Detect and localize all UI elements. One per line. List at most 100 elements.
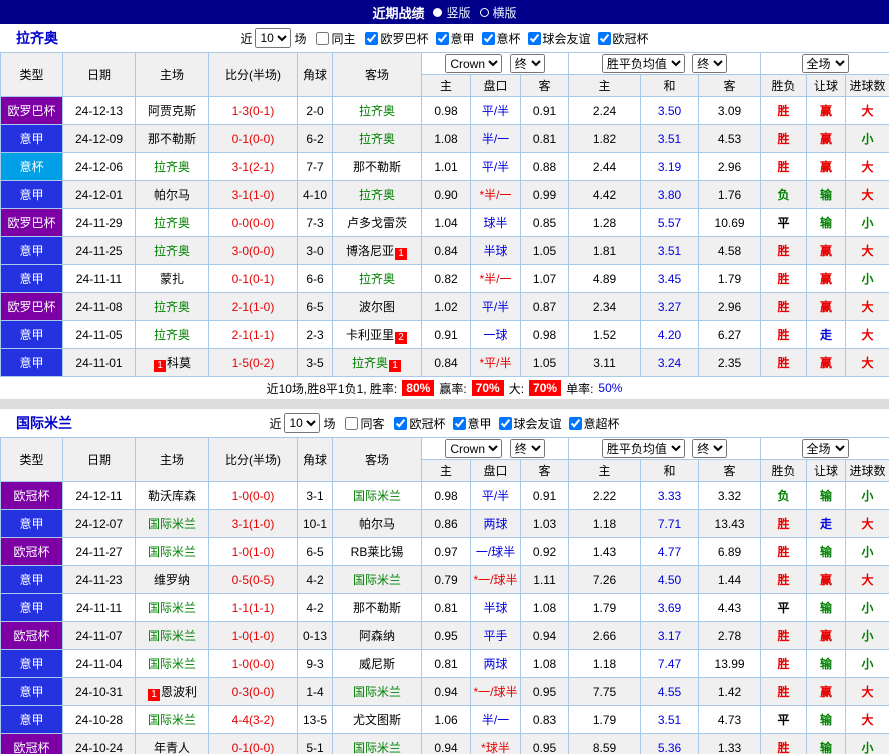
team-name[interactable]: 国际米兰: [353, 489, 401, 503]
team-name[interactable]: 阿贾克斯: [148, 104, 196, 118]
competition-checkbox[interactable]: [481, 31, 495, 45]
odds-company-select[interactable]: Crown: [445, 54, 503, 73]
team-name-header[interactable]: 拉齐奥: [16, 28, 58, 48]
score-link[interactable]: 0-1(0-1): [208, 264, 298, 293]
team-name[interactable]: 拉齐奥: [359, 188, 395, 202]
competition-filter[interactable]: 欧罗巴杯: [365, 30, 429, 47]
odds-stage-select[interactable]: 终: [509, 439, 545, 458]
team-name[interactable]: 尤文图斯: [353, 713, 401, 727]
score-link[interactable]: 0-3(0-0): [208, 677, 298, 706]
team-name[interactable]: 拉齐奥: [359, 104, 395, 118]
competition-checkbox[interactable]: [452, 416, 466, 430]
score-link[interactable]: 0-1(0-0): [208, 124, 298, 153]
team-name[interactable]: 国际米兰: [148, 545, 196, 559]
team-name[interactable]: 拉齐奥: [154, 244, 190, 258]
competition-filter[interactable]: 意甲: [435, 30, 475, 47]
team-name[interactable]: 国际米兰: [148, 517, 196, 531]
team-name[interactable]: 国际米兰: [148, 601, 196, 615]
team-name[interactable]: 拉齐奥: [154, 160, 190, 174]
team-name[interactable]: 恩波利: [161, 685, 197, 699]
competition-checkbox[interactable]: [568, 416, 582, 430]
competition-checkbox[interactable]: [365, 31, 379, 45]
competition-checkbox[interactable]: [527, 31, 541, 45]
layout-radio-horizontal[interactable]: 横版: [479, 4, 517, 21]
team-name[interactable]: 那不勒斯: [353, 160, 401, 174]
avg-type-select[interactable]: 胜平负均值: [601, 54, 685, 73]
team-name[interactable]: 威尼斯: [359, 657, 395, 671]
same-venue-filter[interactable]: 同主: [316, 30, 355, 47]
team-name[interactable]: 维罗纳: [154, 573, 190, 587]
radio-selected-icon[interactable]: [433, 7, 443, 17]
same-venue-checkbox[interactable]: [316, 31, 330, 45]
team-name[interactable]: 勒沃库森: [148, 489, 196, 503]
team-name[interactable]: 年青人: [154, 741, 190, 754]
scope-select[interactable]: 全场: [801, 439, 849, 458]
competition-checkbox[interactable]: [435, 31, 449, 45]
competition-checkbox[interactable]: [394, 416, 408, 430]
score-link[interactable]: 3-1(2-1): [208, 152, 298, 181]
team-name[interactable]: 拉齐奥: [352, 356, 388, 370]
score-link[interactable]: 1-0(1-0): [208, 621, 298, 650]
team-name[interactable]: 那不勒斯: [148, 132, 196, 146]
team-name-header[interactable]: 国际米兰: [16, 413, 72, 433]
competition-filter[interactable]: 欧冠杯: [597, 30, 649, 47]
score-link[interactable]: 1-0(1-0): [208, 537, 298, 566]
score-link[interactable]: 0-1(0-0): [208, 733, 298, 754]
team-name[interactable]: 博洛尼亚: [346, 244, 394, 258]
score-link[interactable]: 1-1(1-1): [208, 593, 298, 622]
competition-filter[interactable]: 球会友谊: [527, 30, 591, 47]
odds-stage-select[interactable]: 终: [509, 54, 545, 73]
competition-filter[interactable]: 意甲: [452, 415, 492, 432]
team-name[interactable]: 卡利亚里: [346, 328, 394, 342]
team-name[interactable]: 国际米兰: [353, 573, 401, 587]
team-name[interactable]: 波尔图: [359, 300, 395, 314]
score-link[interactable]: 3-0(0-0): [208, 236, 298, 265]
score-link[interactable]: 0-5(0-5): [208, 565, 298, 594]
match-count-select[interactable]: 10: [255, 28, 292, 48]
team-name[interactable]: 国际米兰: [148, 657, 196, 671]
competition-filter[interactable]: 意杯: [481, 30, 521, 47]
competition-checkbox[interactable]: [597, 31, 611, 45]
team-name[interactable]: 蒙扎: [160, 272, 184, 286]
score-link[interactable]: 0-0(0-0): [208, 208, 298, 237]
team-name[interactable]: 帕尔马: [154, 188, 190, 202]
team-name[interactable]: 国际米兰: [353, 741, 401, 754]
score-link[interactable]: 1-5(0-2): [208, 348, 298, 377]
competition-filter[interactable]: 意超杯: [568, 415, 620, 432]
competition-filter[interactable]: 球会友谊: [498, 415, 562, 432]
same-venue-filter[interactable]: 同客: [345, 415, 384, 432]
competition-checkbox[interactable]: [498, 416, 512, 430]
score-link[interactable]: 1-0(0-0): [208, 649, 298, 678]
score-link[interactable]: 2-1(1-0): [208, 292, 298, 321]
team-name[interactable]: RB莱比锡: [351, 545, 404, 559]
odds-company-select[interactable]: Crown: [445, 439, 503, 458]
team-name[interactable]: 国际米兰: [353, 685, 401, 699]
team-name[interactable]: 拉齐奥: [154, 216, 190, 230]
team-name[interactable]: 科莫: [167, 356, 191, 370]
team-name[interactable]: 拉齐奥: [359, 272, 395, 286]
team-name[interactable]: 拉齐奥: [154, 328, 190, 342]
layout-radio-vertical[interactable]: 竖版: [433, 4, 471, 21]
team-name[interactable]: 帕尔马: [359, 517, 395, 531]
team-name[interactable]: 卢多戈雷茨: [347, 216, 407, 230]
score-link[interactable]: 3-1(1-0): [208, 180, 298, 209]
avg-stage-select[interactable]: 终: [692, 54, 728, 73]
team-name[interactable]: 拉齐奥: [359, 132, 395, 146]
radio-unselected-icon[interactable]: [479, 7, 489, 17]
team-name[interactable]: 阿森纳: [359, 629, 395, 643]
score-link[interactable]: 1-0(0-0): [208, 481, 298, 510]
team-name[interactable]: 那不勒斯: [353, 601, 401, 615]
scope-select[interactable]: 全场: [801, 54, 849, 73]
avg-type-select[interactable]: 胜平负均值: [601, 439, 685, 458]
same-venue-checkbox[interactable]: [345, 416, 359, 430]
score-link[interactable]: 2-1(1-1): [208, 320, 298, 349]
match-count-select[interactable]: 10: [284, 413, 321, 433]
team-name[interactable]: 国际米兰: [148, 713, 196, 727]
team-name[interactable]: 国际米兰: [148, 629, 196, 643]
competition-filter[interactable]: 欧冠杯: [394, 415, 446, 432]
avg-stage-select[interactable]: 终: [692, 439, 728, 458]
team-name[interactable]: 拉齐奥: [154, 300, 190, 314]
score-link[interactable]: 1-3(0-1): [208, 96, 298, 125]
score-link[interactable]: 3-1(1-0): [208, 509, 298, 538]
score-link[interactable]: 4-4(3-2): [208, 705, 298, 734]
